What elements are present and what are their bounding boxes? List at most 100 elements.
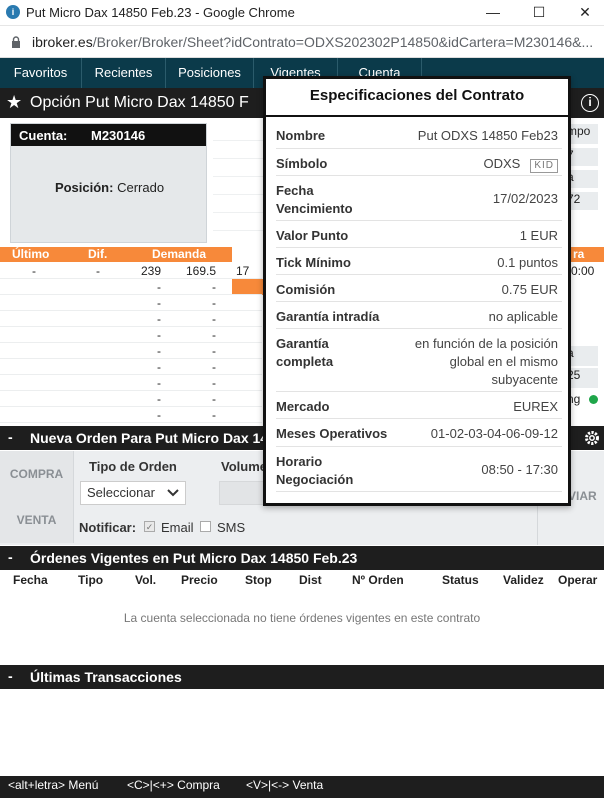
sell-button[interactable]: VENTA: [0, 497, 74, 543]
account-panel: Cuenta: M230146 Posición: Cerrado: [10, 123, 207, 243]
orders-table-header: Fecha Tipo Vol. Precio Stop Dist Nº Orde…: [13, 573, 598, 587]
quote-cell: -: [212, 280, 216, 294]
spec-row: Tick Mínimo 0.1 puntos: [276, 248, 562, 275]
shortcut-footer: <alt+letra> Menú <C>|<+> Compra <V>|<-> …: [0, 776, 604, 798]
spec-value: no aplicable: [488, 309, 558, 324]
quote-cell: -: [157, 344, 161, 358]
quote-row: - - 239 169.5 17: [0, 263, 262, 279]
spec-value: 0.75 EUR: [501, 282, 558, 297]
quote-cell: -: [212, 312, 216, 326]
spec-value: Put ODXS 14850 Feb23: [417, 128, 558, 143]
spec-key: Fecha Vencimiento: [276, 183, 353, 216]
minimize-icon[interactable]: —: [478, 2, 508, 22]
order-type-select[interactable]: Seleccionar: [80, 481, 186, 505]
spec-value: en función de la posición global en el m…: [414, 336, 558, 387]
info-icon[interactable]: i: [581, 94, 599, 112]
spec-value: EUREX: [513, 399, 558, 414]
spec-key: Garantía intradía: [276, 309, 380, 324]
buy-button[interactable]: COMPRA: [0, 451, 74, 497]
spec-key: Horario Negociación: [276, 454, 354, 487]
notify-label: Notificar:: [79, 520, 137, 535]
quote-cell: -: [212, 328, 216, 342]
tab-favoritos[interactable]: Favoritos: [0, 58, 82, 88]
quote-cell: -: [157, 312, 161, 326]
tab-posiciones[interactable]: Posiciones: [166, 58, 254, 88]
quote-cell: -: [157, 408, 161, 422]
sms-checkbox[interactable]: [200, 521, 211, 532]
bg-stripes: [213, 123, 263, 243]
quote-row: --: [0, 375, 262, 391]
spec-row: Valor Punto 1 EUR: [276, 221, 562, 248]
quote-row: --: [0, 327, 262, 343]
spec-row: Comisión 0.75 EUR: [276, 275, 562, 302]
quote-row: --: [0, 391, 262, 407]
spec-row: Mercado EUREX: [276, 392, 562, 419]
spec-row: Garantía intradía no aplicable: [276, 302, 562, 329]
sms-label: SMS: [217, 520, 246, 535]
status-dot-icon: [589, 395, 598, 404]
quote-cell: 17: [236, 264, 250, 278]
quote-cell: -: [212, 376, 216, 390]
quote-cell: -: [96, 264, 100, 278]
spec-value: 01-02-03-04-06-09-12: [430, 426, 558, 441]
active-orders-bar[interactable]: - Órdenes Vigentes en Put Micro Dax 1485…: [0, 546, 604, 570]
collapse-icon[interactable]: -: [8, 668, 13, 684]
quote-cell: -: [212, 360, 216, 374]
quote-row: --: [0, 343, 262, 359]
kid-document-icon[interactable]: KID: [530, 159, 558, 173]
quote-cell: -: [157, 360, 161, 374]
popup-title: Especificaciones del Contrato: [309, 87, 525, 104]
quote-cell: -: [157, 280, 161, 294]
quote-row: --: [0, 279, 262, 295]
lock-icon: [12, 36, 20, 48]
page-title: Opción Put Micro Dax 14850 F: [30, 94, 249, 111]
email-checkbox[interactable]: ✓: [144, 521, 155, 532]
spec-value: 08:50 - 17:30: [481, 462, 558, 477]
url-text[interactable]: ibroker.es/Broker/Broker/Sheet?idContrat…: [32, 34, 593, 50]
spec-key: Símbolo: [276, 156, 328, 171]
quote-cell: -: [157, 328, 161, 342]
app-icon: i: [6, 5, 20, 19]
quotes-header-right: ra: [571, 247, 604, 262]
spec-key: Meses Operativos: [276, 426, 388, 441]
position-status: Posición: Cerrado: [54, 180, 165, 195]
spec-value: ODXS KID: [483, 155, 558, 173]
browser-titlebar: i Put Micro Dax 14850 Feb.23 - Google Ch…: [0, 0, 604, 26]
quote-cell: 239: [140, 264, 161, 278]
spec-row: Nombre Put ODXS 14850 Feb23: [276, 121, 562, 149]
last-trades-bar[interactable]: - Últimas Transacciones: [0, 665, 604, 689]
quote-cell: -: [212, 344, 216, 358]
popup-divider: [266, 115, 568, 117]
shortcut-menu: <alt+letra> Menú: [8, 778, 99, 792]
address-bar[interactable]: ibroker.es/Broker/Broker/Sheet?idContrat…: [0, 26, 604, 58]
spec-key: Tick Mínimo: [276, 255, 351, 270]
spec-key: Garantía completa: [276, 336, 334, 369]
spec-key: Comisión: [276, 282, 336, 297]
star-icon[interactable]: ★: [6, 92, 22, 113]
collapse-icon[interactable]: -: [8, 549, 13, 565]
spec-value: 17/02/2023: [492, 191, 558, 206]
window-title: Put Micro Dax 14850 Feb.23 - Google Chro…: [26, 5, 295, 20]
quote-cell: -: [212, 392, 216, 406]
quote-row: --: [0, 407, 262, 423]
quote-cell: -: [157, 296, 161, 310]
volume-input[interactable]: [219, 481, 267, 505]
shortcut-buy: <C>|<+> Compra: [127, 778, 220, 792]
quote-cell: -: [212, 296, 216, 310]
quote-row: --: [0, 359, 262, 375]
quote-row: --: [0, 295, 262, 311]
close-icon[interactable]: ✕: [570, 2, 600, 22]
spec-row: Horario Negociación 08:50 - 17:30: [276, 447, 562, 492]
collapse-icon[interactable]: -: [8, 429, 13, 445]
volume-label: Volume: [221, 459, 267, 474]
quote-cell: -: [32, 264, 36, 278]
account-header: Cuenta: M230146: [11, 124, 206, 146]
order-type-label: Tipo de Orden: [89, 459, 177, 474]
account-id[interactable]: M230146: [91, 128, 145, 143]
new-order-title: Nueva Orden Para Put Micro Dax 14: [30, 430, 269, 446]
shortcut-sell: <V>|<-> Venta: [246, 778, 324, 792]
tab-recientes[interactable]: Recientes: [82, 58, 166, 88]
gear-icon[interactable]: [583, 429, 601, 447]
maximize-icon[interactable]: ☐: [524, 2, 554, 22]
last-trades-title: Últimas Transacciones: [30, 669, 182, 685]
